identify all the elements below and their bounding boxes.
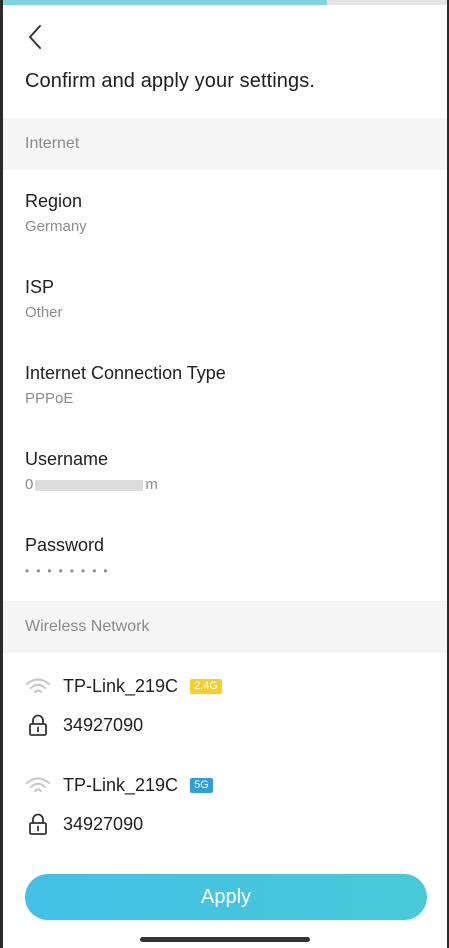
region-value: Germany <box>25 218 87 235</box>
username-value-prefix: 0 <box>25 476 34 493</box>
connection-type-field: Internet Connection Type PPPoE <box>25 363 226 407</box>
chevron-left-icon <box>29 25 41 49</box>
password-label: Password <box>25 535 105 555</box>
region-label: Region <box>25 191 83 211</box>
wifi-password-row: 34927090 <box>25 714 143 736</box>
region-field: Region Germany <box>25 191 87 235</box>
wifi-ssid: TP-Link_219C <box>63 676 179 696</box>
isp-field: ISP Other <box>25 277 63 321</box>
band-badge-5g: 5G <box>190 778 213 793</box>
connection-type-value: PPPoE <box>25 390 74 407</box>
username-value-suffix: m <box>145 476 158 493</box>
wifi-ssid: TP-Link_219C <box>63 775 179 795</box>
progress-bar-fill <box>3 0 328 5</box>
wifi-password: 34927090 <box>63 714 144 735</box>
progress-bar <box>3 0 447 5</box>
username-value: 0m <box>25 476 158 493</box>
password-field: Password •••••••• <box>25 535 115 578</box>
wifi-network-row: TP-Link_219C 5G <box>25 775 213 796</box>
wifi-password-row: 34927090 <box>25 813 143 835</box>
wifi-icon <box>25 677 51 697</box>
isp-label: ISP <box>25 277 55 297</box>
username-redaction <box>35 479 144 491</box>
section-header-wireless: Wireless Network <box>3 601 447 653</box>
isp-value: Other <box>25 304 63 321</box>
app-screen: Confirm and apply your settings. Interne… <box>3 0 447 948</box>
back-button[interactable] <box>23 22 47 52</box>
username-label: Username <box>25 449 109 469</box>
password-value: •••••••• <box>25 564 115 578</box>
apply-button[interactable]: Apply <box>25 874 427 920</box>
home-indicator <box>140 937 310 942</box>
lock-icon <box>25 813 51 835</box>
wifi-icon <box>25 776 51 796</box>
wifi-password: 34927090 <box>63 813 144 834</box>
page-title: Confirm and apply your settings. <box>25 70 316 92</box>
connection-type-label: Internet Connection Type <box>25 363 226 383</box>
lock-icon <box>25 714 51 736</box>
section-header-internet: Internet <box>3 118 447 170</box>
username-field: Username 0m <box>25 449 158 493</box>
wifi-network-row: TP-Link_219C 2.4G <box>25 676 222 697</box>
band-badge-2-4g: 2.4G <box>190 679 222 694</box>
